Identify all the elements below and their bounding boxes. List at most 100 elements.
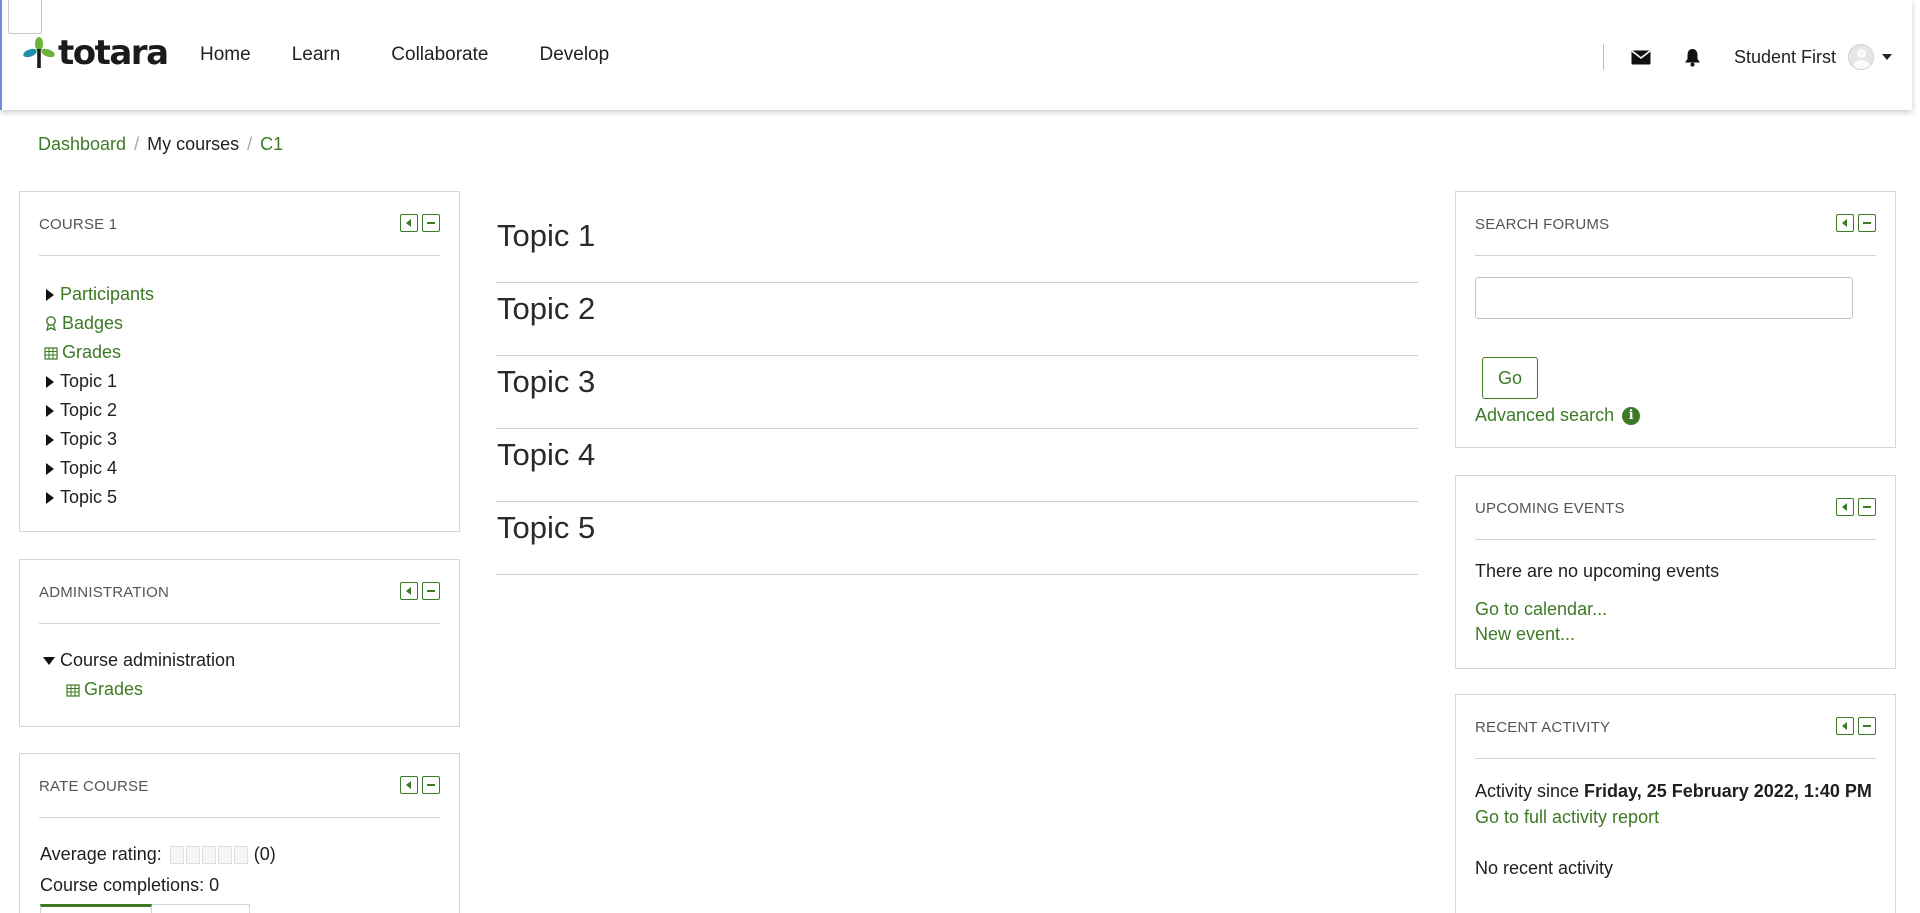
administration-block: ADMINISTRATION Course administration Gra… bbox=[19, 559, 460, 727]
triangle-right-icon bbox=[46, 462, 54, 475]
avatar[interactable] bbox=[1848, 44, 1874, 70]
block-header: RATE COURSE bbox=[39, 754, 440, 818]
block-title: RECENT ACTIVITY bbox=[1475, 719, 1611, 736]
star-icon bbox=[217, 845, 232, 864]
go-to-calendar-link[interactable]: Go to calendar... bbox=[1475, 599, 1607, 620]
course-navigation-block: COURSE 1 Participants Badges Grades Topi… bbox=[19, 191, 460, 532]
collapse-block-icon[interactable] bbox=[422, 582, 440, 600]
dock-block-icon[interactable] bbox=[1836, 214, 1854, 232]
triangle-right-icon bbox=[46, 491, 54, 504]
breadcrumb-dashboard[interactable]: Dashboard bbox=[38, 134, 126, 155]
tree-item-topic-5[interactable]: Topic 5 bbox=[39, 483, 154, 512]
collapse-block-icon[interactable] bbox=[1858, 214, 1876, 232]
upcoming-events-block: UPCOMING EVENTS There are no upcoming ev… bbox=[1455, 475, 1896, 669]
collapse-block-icon[interactable] bbox=[422, 776, 440, 794]
block-controls bbox=[400, 776, 440, 794]
tree-item-topic-3[interactable]: Topic 3 bbox=[39, 425, 154, 454]
admin-tree: Course administration Grades bbox=[39, 646, 235, 704]
tree-item-topic-2[interactable]: Topic 2 bbox=[39, 396, 154, 425]
dock-block-icon[interactable] bbox=[400, 214, 418, 232]
chevron-down-icon[interactable] bbox=[1882, 54, 1892, 60]
topic-title[interactable]: Topic 1 bbox=[497, 218, 595, 254]
grades-table-icon bbox=[66, 683, 80, 697]
main-nav: Home Learn Collaborate Develop bbox=[200, 44, 609, 66]
tree-item-label[interactable]: Grades bbox=[62, 342, 121, 363]
info-icon[interactable]: i bbox=[1622, 406, 1641, 425]
dock-block-icon[interactable] bbox=[1836, 498, 1854, 516]
totara-logo-icon bbox=[23, 37, 55, 68]
rating-count: (0) bbox=[253, 844, 276, 864]
tree-item-label[interactable]: Participants bbox=[60, 284, 154, 305]
no-recent-activity-text: No recent activity bbox=[1475, 858, 1614, 878]
tab-active[interactable] bbox=[40, 904, 152, 913]
breadcrumb-my-courses[interactable]: My courses bbox=[147, 134, 239, 155]
topic-section: Topic 5 bbox=[496, 502, 1418, 575]
tab-inactive[interactable] bbox=[152, 904, 250, 913]
no-events-text: There are no upcoming events bbox=[1475, 561, 1720, 581]
tree-item-course-administration[interactable]: Course administration bbox=[39, 646, 235, 675]
advanced-search-row: Advanced search i bbox=[1475, 405, 1641, 426]
block-controls bbox=[1836, 717, 1876, 735]
topic-title[interactable]: Topic 3 bbox=[497, 364, 595, 400]
topic-title[interactable]: Topic 2 bbox=[497, 291, 595, 327]
triangle-right-icon bbox=[46, 404, 54, 417]
bell-icon[interactable] bbox=[1682, 46, 1704, 68]
activity-since-date: Friday, 25 February 2022, 1:40 PM bbox=[1584, 781, 1872, 801]
breadcrumb-separator: / bbox=[247, 134, 253, 154]
skip-link-box[interactable] bbox=[8, 0, 42, 34]
rating-stars bbox=[169, 845, 248, 864]
tree-item-label[interactable]: Course administration bbox=[60, 650, 235, 671]
search-forums-input[interactable] bbox=[1475, 277, 1853, 319]
nav-collaborate[interactable]: Collaborate bbox=[391, 44, 488, 66]
rate-course-block: RATE COURSE Average rating: (0) Course c… bbox=[19, 753, 460, 913]
block-header: ADMINISTRATION bbox=[39, 560, 440, 624]
collapse-block-icon[interactable] bbox=[1858, 498, 1876, 516]
new-event-link[interactable]: New event... bbox=[1475, 624, 1575, 645]
collapse-block-icon[interactable] bbox=[1858, 717, 1876, 735]
block-controls bbox=[400, 214, 440, 232]
tree-item-label[interactable]: Topic 4 bbox=[60, 458, 117, 479]
search-forums-block: SEARCH FORUMS Go Advanced search i bbox=[1455, 191, 1896, 448]
tree-item-label[interactable]: Topic 2 bbox=[60, 400, 117, 421]
tree-item-topic-4[interactable]: Topic 4 bbox=[39, 454, 154, 483]
header-user-area: Student First bbox=[1602, 36, 1892, 78]
envelope-icon[interactable] bbox=[1630, 46, 1652, 68]
tree-item-label[interactable]: Badges bbox=[62, 313, 123, 334]
block-header: RECENT ACTIVITY bbox=[1475, 695, 1876, 759]
tree-item-badges[interactable]: Badges bbox=[39, 309, 154, 338]
dock-block-icon[interactable] bbox=[400, 776, 418, 794]
course-tree: Participants Badges Grades Topic 1 Topic… bbox=[39, 280, 154, 512]
block-title: ADMINISTRATION bbox=[39, 584, 170, 601]
tree-item-topic-1[interactable]: Topic 1 bbox=[39, 367, 154, 396]
nav-develop[interactable]: Develop bbox=[539, 44, 609, 66]
go-button[interactable]: Go bbox=[1482, 357, 1538, 399]
tree-item-admin-grades[interactable]: Grades bbox=[39, 675, 235, 704]
grades-table-icon bbox=[44, 346, 58, 360]
user-name[interactable]: Student First bbox=[1734, 47, 1836, 68]
topic-title[interactable]: Topic 5 bbox=[497, 510, 595, 546]
tree-item-grades[interactable]: Grades bbox=[39, 338, 154, 367]
topic-title[interactable]: Topic 4 bbox=[497, 437, 595, 473]
block-header: UPCOMING EVENTS bbox=[1475, 476, 1876, 540]
dock-block-icon[interactable] bbox=[1836, 717, 1854, 735]
topic-section: Topic 4 bbox=[496, 429, 1418, 502]
block-title: SEARCH FORUMS bbox=[1475, 216, 1610, 233]
tree-item-label[interactable]: Topic 1 bbox=[60, 371, 117, 392]
tree-item-label[interactable]: Topic 5 bbox=[60, 487, 117, 508]
collapse-block-icon[interactable] bbox=[422, 214, 440, 232]
full-activity-report-link[interactable]: Go to full activity report bbox=[1475, 807, 1659, 828]
block-title: UPCOMING EVENTS bbox=[1475, 500, 1625, 517]
tree-item-participants[interactable]: Participants bbox=[39, 280, 154, 309]
breadcrumb: Dashboard / My courses / C1 bbox=[38, 134, 283, 155]
nav-home[interactable]: Home bbox=[200, 44, 251, 66]
activity-since: Activity since Friday, 25 February 2022,… bbox=[1475, 781, 1872, 802]
breadcrumb-c1[interactable]: C1 bbox=[260, 134, 283, 155]
tree-item-label[interactable]: Topic 3 bbox=[60, 429, 117, 450]
nav-learn[interactable]: Learn bbox=[292, 44, 341, 66]
dock-block-icon[interactable] bbox=[400, 582, 418, 600]
block-controls bbox=[1836, 214, 1876, 232]
triangle-down-icon bbox=[43, 656, 55, 665]
totara-logo[interactable]: totara bbox=[22, 36, 169, 70]
advanced-search-link[interactable]: Advanced search bbox=[1475, 405, 1614, 426]
tree-item-label[interactable]: Grades bbox=[84, 679, 143, 700]
